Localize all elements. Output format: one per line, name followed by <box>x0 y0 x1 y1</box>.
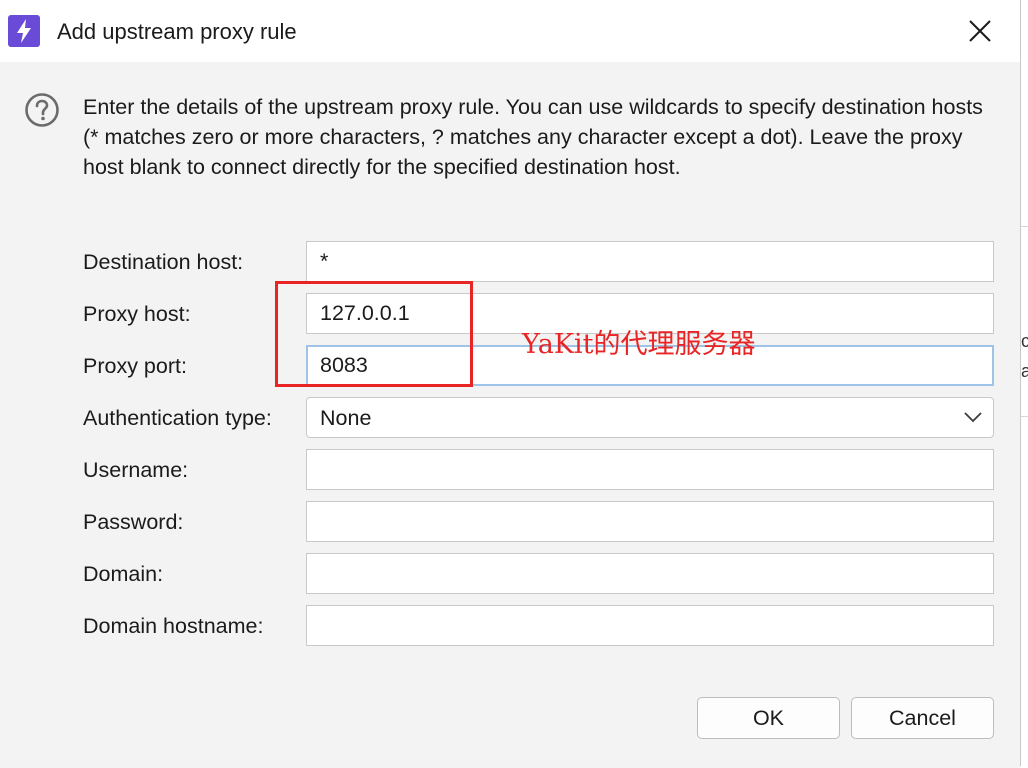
proxy-host-label: Proxy host: <box>83 302 191 326</box>
background-text: a <box>1021 361 1028 381</box>
background-divider <box>1021 416 1028 417</box>
dialog-title: Add upstream proxy rule <box>57 19 297 44</box>
background-window-edge <box>1021 0 1028 768</box>
description-text: Enter the details of the upstream proxy … <box>83 95 983 179</box>
domain-hostname-label: Domain hostname: <box>83 614 264 638</box>
username-label: Username: <box>83 458 189 482</box>
background-text: c <box>1021 331 1028 351</box>
chevron-down-icon <box>964 412 982 423</box>
cancel-button[interactable]: Cancel <box>851 697 994 739</box>
add-upstream-proxy-rule-dialog: Add upstream proxy rule Enter the detail… <box>0 0 1021 766</box>
authentication-type-label: Authentication type: <box>83 406 272 430</box>
domain-hostname-input[interactable] <box>306 605 994 646</box>
ok-button[interactable]: OK <box>697 697 840 739</box>
close-button[interactable] <box>956 10 1004 52</box>
username-input[interactable] <box>306 449 994 490</box>
lightning-bolt-icon <box>8 15 40 47</box>
close-icon <box>969 20 991 42</box>
authentication-type-select[interactable]: None <box>306 397 994 438</box>
authentication-type-value: None <box>320 406 372 430</box>
question-circle-icon <box>25 93 59 127</box>
password-input[interactable] <box>306 501 994 542</box>
domain-label: Domain: <box>83 562 164 586</box>
annotation-text: YaKit的代理服务器 <box>522 329 756 360</box>
proxy-port-label: Proxy port: <box>83 354 187 378</box>
background-divider <box>1021 226 1028 227</box>
domain-input[interactable] <box>306 553 994 594</box>
password-label: Password: <box>83 510 184 534</box>
title-bar: Add upstream proxy rule <box>0 0 1020 62</box>
destination-host-input[interactable] <box>306 241 994 282</box>
destination-host-label: Destination host: <box>83 250 244 274</box>
